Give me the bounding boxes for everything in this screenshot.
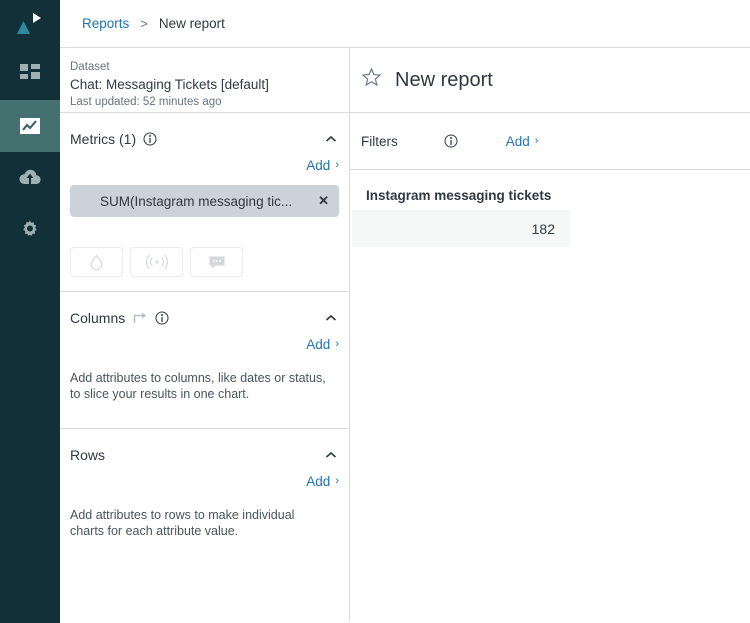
dashboards-icon: [20, 64, 40, 79]
metrics-add-row: Add ›: [60, 149, 349, 177]
columns-add-button[interactable]: Add ›: [306, 333, 339, 356]
chevron-up-icon: [325, 314, 337, 321]
rows-add-button[interactable]: Add ›: [306, 470, 339, 493]
quick-button-live-data[interactable]: [130, 247, 183, 277]
rows-header: Rows: [60, 429, 349, 465]
metric-chip[interactable]: SUM(Instagram messaging tic... ✕: [70, 185, 339, 217]
star-outline-icon-glyph: [361, 67, 382, 87]
filters-add-button[interactable]: Add ›: [506, 134, 539, 149]
info-icon[interactable]: [444, 134, 458, 148]
sidebar-item-dashboards[interactable]: [0, 48, 60, 100]
result-table: Instagram messaging tickets 182: [350, 170, 750, 247]
columns-hint: Add attributes to columns, like dates or…: [70, 371, 326, 401]
page-title: New report: [395, 68, 493, 91]
chevron-right-icon: ›: [534, 134, 539, 147]
explore-report-builder: Reports > New report Dataset Chat: Messa…: [0, 0, 750, 623]
gear-icon: [23, 220, 37, 236]
info-icon-glyph: [444, 134, 458, 148]
zendesk-explore-logo[interactable]: [0, 0, 60, 48]
rows-add-row: Add ›: [60, 465, 349, 493]
droplet-icon: [90, 254, 103, 270]
columns-add-label: Add: [306, 337, 331, 352]
rows-section: Rows Add › Add attributes to rows to mak…: [60, 429, 349, 539]
sidebar-item-settings[interactable]: [0, 204, 60, 256]
chevron-up-icon: [325, 451, 337, 458]
rows-add-label: Add: [306, 474, 331, 489]
columns-add-row: Add ›: [60, 328, 349, 356]
metrics-collapse-chevron-up-icon[interactable]: [325, 135, 337, 143]
metric-chip-label: SUM(Instagram messaging tic...: [100, 193, 293, 209]
broadcast-icon: [145, 254, 168, 270]
columns-section: Columns Add › Add attributes to columns,…: [60, 292, 349, 429]
info-icon[interactable]: [143, 132, 157, 146]
builder-sidebar: Dataset Chat: Messaging Tickets [default…: [60, 48, 350, 622]
dataset-block[interactable]: Dataset Chat: Messaging Tickets [default…: [60, 48, 349, 113]
reports-chart-icon: [20, 118, 40, 134]
main-area: Reports > New report Dataset Chat: Messa…: [60, 0, 750, 623]
info-icon-glyph: [155, 311, 169, 325]
sidebar-item-reports[interactable]: [0, 100, 60, 152]
rows-title: Rows: [70, 447, 106, 463]
cloud-upload-icon: [19, 169, 41, 185]
global-nav-rail: [0, 0, 60, 623]
star-outline-icon[interactable]: [361, 67, 382, 93]
filters-row: Filters Add ›: [350, 113, 750, 170]
metric-chip-remove-close-icon[interactable]: ✕: [310, 193, 329, 209]
metrics-add-button[interactable]: Add ›: [306, 154, 339, 177]
zendesk-explore-logo-glyph: [17, 13, 41, 34]
info-icon[interactable]: [155, 311, 169, 325]
breadcrumb-separator: >: [140, 16, 148, 31]
columns-collapse-chevron-up-icon[interactable]: [325, 314, 337, 322]
swap-arrow-icon-glyph: [133, 312, 147, 323]
quick-button-drill-in[interactable]: [70, 247, 123, 277]
metrics-quick-buttons: [60, 217, 349, 291]
chevron-right-icon: ›: [335, 475, 339, 487]
chat-bubble-icon: [209, 256, 224, 268]
result-column-header: Instagram messaging tickets: [366, 188, 552, 203]
metrics-chip-list: SUM(Instagram messaging tic... ✕: [60, 177, 349, 217]
dataset-last-updated: Last updated: 52 minutes ago: [70, 96, 222, 108]
builder-body: Dataset Chat: Messaging Tickets [default…: [60, 48, 750, 622]
columns-header: Columns: [60, 292, 349, 328]
chevron-up-icon: [325, 135, 337, 142]
sidebar-item-data-sync[interactable]: [0, 152, 60, 204]
chevron-right-icon: ›: [335, 159, 339, 171]
swap-arrow-icon[interactable]: [132, 311, 148, 325]
columns-title: Columns: [70, 310, 126, 326]
quick-button-comments[interactable]: [190, 247, 243, 277]
result-value-cell[interactable]: 182: [352, 210, 570, 247]
dataset-label: Dataset: [70, 61, 110, 73]
columns-spacer: [60, 402, 349, 428]
filters-add-label: Add: [505, 133, 530, 149]
rows-hint: Add attributes to rows to make individua…: [70, 508, 295, 538]
metrics-header: Metrics (1): [60, 113, 349, 149]
metrics-title: Metrics (1): [70, 131, 137, 147]
report-canvas: New report Filters Add › Instagram messa…: [350, 48, 750, 622]
info-icon-glyph: [143, 132, 157, 146]
dataset-name: Chat: Messaging Tickets [default]: [70, 77, 269, 92]
chevron-right-icon: ›: [335, 338, 339, 350]
metrics-add-label: Add: [306, 158, 331, 173]
breadcrumb-root-link[interactable]: Reports: [82, 16, 129, 31]
breadcrumb-current: New report: [158, 16, 225, 31]
filters-label: Filters: [361, 133, 398, 149]
metrics-section: Metrics (1) Add › SUM(Instagram messagin…: [60, 113, 349, 292]
breadcrumb: Reports > New report: [60, 0, 750, 48]
report-header: New report: [350, 48, 750, 113]
rows-collapse-chevron-up-icon[interactable]: [325, 451, 337, 459]
